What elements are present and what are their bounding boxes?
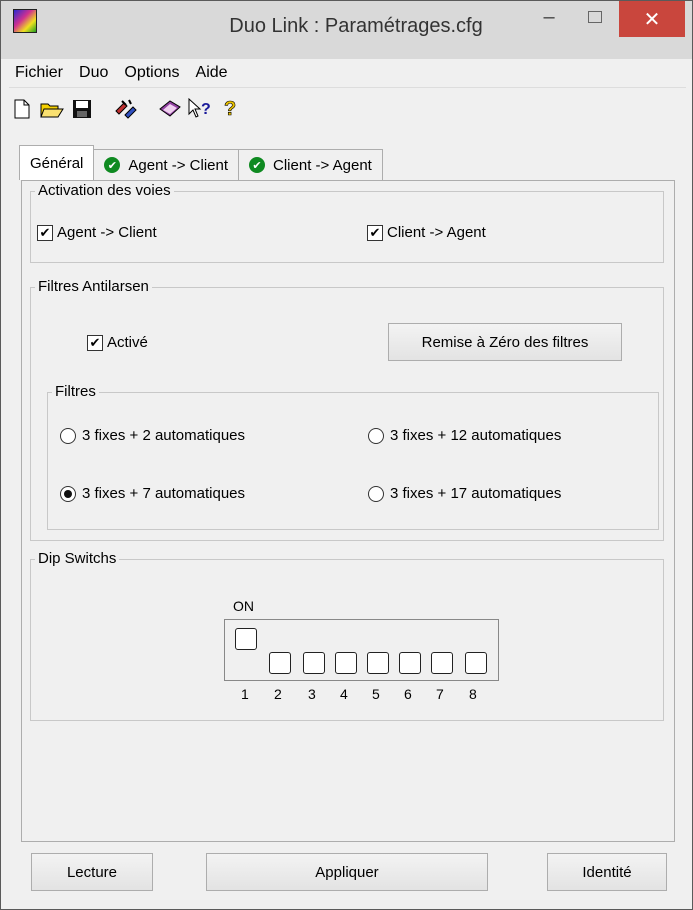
client-agent-checkbox[interactable]: ✔ Client -> Agent (367, 224, 486, 241)
dip-number-1: 1 (241, 686, 249, 702)
group-legend: Activation des voies (35, 182, 174, 199)
radio-label: 3 fixes + 17 automatiques (390, 485, 562, 502)
tab-agent-client[interactable]: ✔ Agent -> Client (93, 149, 240, 180)
dip-number-2: 2 (274, 686, 282, 702)
menu-aide[interactable]: Aide (188, 64, 236, 82)
toolbar: ? ? (9, 89, 686, 129)
dip-switch-group: Dip Switchs ON 1 2 3 4 5 6 7 8 (30, 550, 664, 721)
close-icon: ✕ (643, 8, 661, 31)
minimize-icon: – (543, 5, 555, 28)
group-legend: Dip Switchs (35, 550, 120, 567)
menu-bar: Fichier Duo Options Aide (9, 59, 686, 88)
identity-button[interactable]: Identité (547, 853, 667, 891)
open-folder-icon[interactable] (39, 96, 65, 122)
dip-switch-3[interactable] (303, 652, 325, 674)
dip-switch-bank (224, 619, 499, 681)
menu-fichier[interactable]: Fichier (9, 64, 71, 82)
checkbox-label: Agent -> Client (57, 224, 157, 241)
dip-on-label: ON (233, 598, 254, 614)
maximize-icon (588, 11, 602, 23)
context-help-icon[interactable]: ? (187, 96, 213, 122)
menu-options[interactable]: Options (116, 64, 187, 82)
title-bar[interactable]: Duo Link : Paramétrages.cfg – ✕ (1, 1, 692, 59)
save-icon[interactable] (69, 96, 95, 122)
maximize-button[interactable] (577, 1, 613, 33)
radio-button[interactable] (60, 427, 76, 444)
radio-label: 3 fixes + 2 automatiques (82, 427, 246, 444)
antilarsen-active-checkbox[interactable]: ✔ Activé (87, 334, 148, 351)
tab-general[interactable]: Général (19, 145, 95, 180)
app-icon[interactable] (13, 9, 37, 33)
dip-number-8: 8 (469, 686, 477, 702)
activation-group: Activation des voies ✔ Agent -> Client ✔… (30, 182, 664, 263)
close-button[interactable]: ✕ (619, 1, 685, 37)
dip-number-5: 5 (372, 686, 380, 702)
tab-strip: Général ✔ Agent -> Client ✔ Client -> Ag… (19, 145, 383, 181)
radio-button[interactable] (60, 485, 76, 502)
group-legend: Filtres Antilarsen (35, 278, 152, 295)
radio-label: 3 fixes + 12 automatiques (390, 427, 562, 444)
check-circle-icon: ✔ (104, 157, 121, 173)
window-title: Duo Link : Paramétrages.cfg (229, 15, 483, 37)
dip-switch-7[interactable] (431, 652, 453, 674)
checkbox-label: Activé (107, 334, 148, 351)
radio-button[interactable] (368, 485, 384, 502)
filters-group: Filtres 3 fixes + 2 automatiques 3 fixes… (47, 383, 659, 530)
filter-option-12-auto[interactable]: 3 fixes + 12 automatiques (368, 427, 561, 444)
svg-text:?: ? (201, 101, 211, 118)
main-window: Duo Link : Paramétrages.cfg – ✕ Fichier … (0, 0, 693, 910)
radio-button[interactable] (368, 427, 384, 444)
dip-switch-8[interactable] (465, 652, 487, 674)
new-file-icon[interactable] (9, 96, 35, 122)
group-legend: Filtres (52, 383, 99, 400)
checkbox-box[interactable]: ✔ (37, 224, 53, 241)
checkbox-box[interactable]: ✔ (367, 224, 383, 241)
minimize-button[interactable]: – (531, 1, 567, 33)
dip-number-7: 7 (436, 686, 444, 702)
dip-switch-2[interactable] (269, 652, 291, 674)
dip-number-3: 3 (308, 686, 316, 702)
read-button[interactable]: Lecture (31, 853, 153, 891)
menu-duo[interactable]: Duo (71, 64, 116, 82)
filter-option-17-auto[interactable]: 3 fixes + 17 automatiques (368, 485, 561, 502)
checkbox-box[interactable]: ✔ (87, 334, 103, 351)
agent-client-checkbox[interactable]: ✔ Agent -> Client (37, 224, 157, 241)
apply-button[interactable]: Appliquer (206, 853, 488, 891)
check-circle-icon: ✔ (249, 157, 266, 173)
dip-switch-5[interactable] (367, 652, 389, 674)
tab-label: Agent -> Client (128, 156, 229, 174)
help-book-icon[interactable] (157, 96, 183, 122)
tab-client-agent[interactable]: ✔ Client -> Agent (238, 149, 383, 180)
tab-label: Client -> Agent (273, 156, 372, 174)
radio-label: 3 fixes + 7 automatiques (82, 485, 246, 502)
filter-option-2-auto[interactable]: 3 fixes + 2 automatiques (60, 427, 245, 444)
about-icon[interactable]: ? (217, 96, 243, 122)
reset-filters-button[interactable]: Remise à Zéro des filtres (388, 323, 622, 361)
settings-area: Général ✔ Agent -> Client ✔ Client -> Ag… (9, 131, 686, 903)
dip-switch-4[interactable] (335, 652, 357, 674)
filter-option-7-auto[interactable]: 3 fixes + 7 automatiques (60, 485, 245, 502)
svg-text:?: ? (224, 98, 236, 120)
checkbox-label: Client -> Agent (387, 224, 486, 241)
dip-number-4: 4 (340, 686, 348, 702)
dip-switch-6[interactable] (399, 652, 421, 674)
connect-icon[interactable] (113, 96, 139, 122)
antilarsen-group: Filtres Antilarsen ✔ Activé Remise à Zér… (30, 278, 664, 541)
dip-number-6: 6 (404, 686, 412, 702)
tab-label: Général (30, 154, 84, 172)
tab-panel-general: Activation des voies ✔ Agent -> Client ✔… (21, 180, 675, 842)
radio-selected-dot (64, 489, 72, 498)
dip-switch-1[interactable] (235, 628, 257, 650)
